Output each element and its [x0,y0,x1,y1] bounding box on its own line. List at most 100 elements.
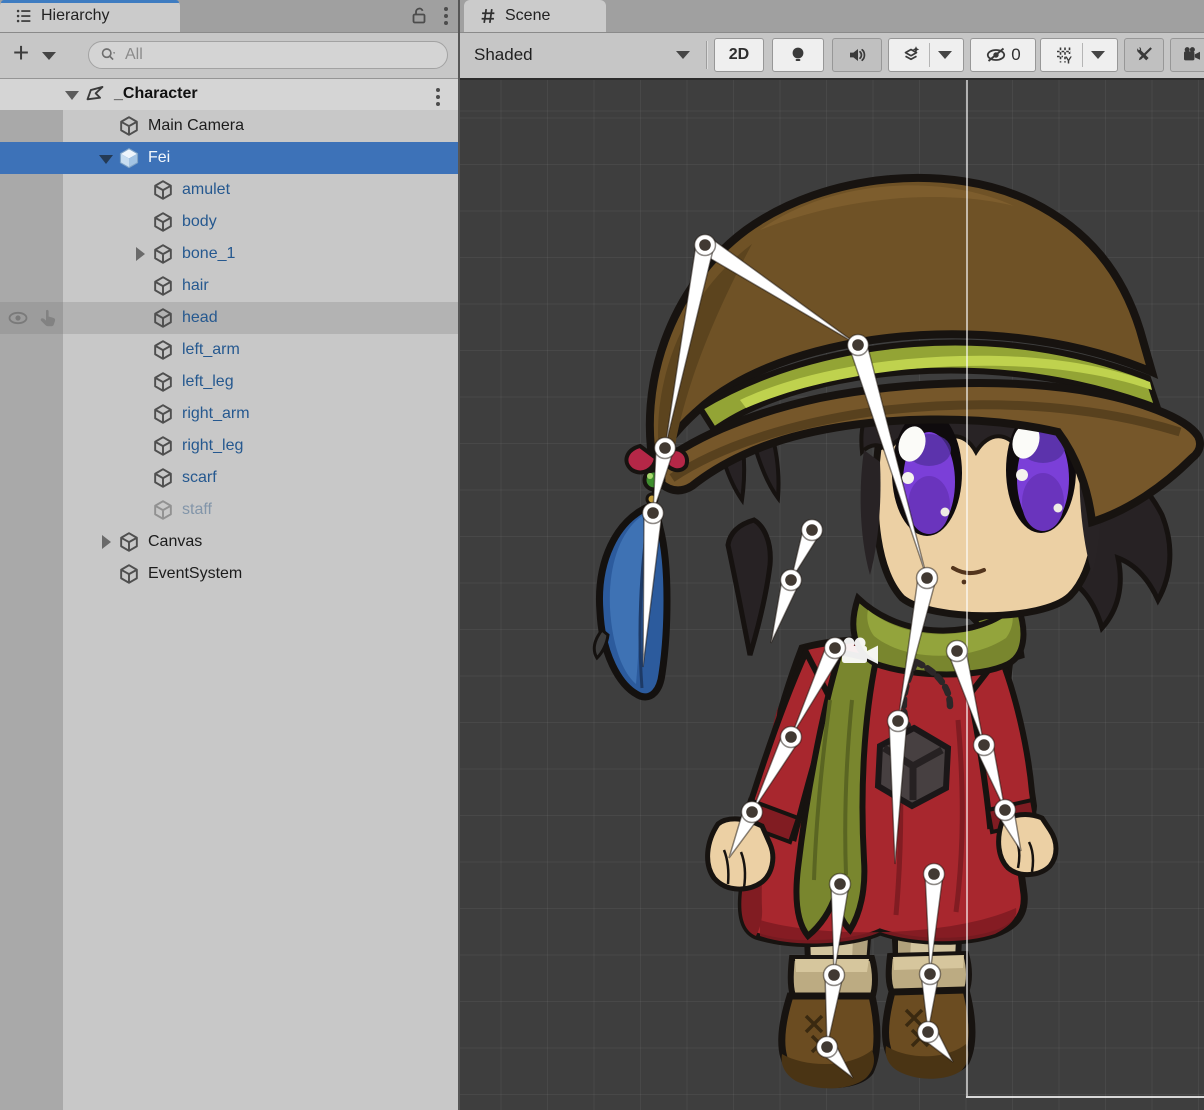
gameobject-cube-icon [152,211,174,233]
unity-logo-icon [84,83,106,105]
bone-joint-center [699,239,711,251]
gameobject-cube-icon [118,563,140,585]
scene-camera-button[interactable] [1170,38,1204,72]
search-field[interactable] [88,41,448,69]
add-dropdown-caret[interactable] [42,52,56,60]
tree-item-bone-1[interactable]: bone_1 [0,238,458,270]
panel-divider[interactable] [458,0,460,1110]
pick-icon[interactable] [37,307,59,329]
scene-viewport[interactable] [460,78,1204,1110]
tree-item-body[interactable]: body [0,206,458,238]
bone-joint-center [852,339,864,351]
tree-item-canvas[interactable]: Canvas [0,526,458,558]
tree-item-right-leg[interactable]: right_leg [0,430,458,462]
hat-tip-bone[interactable] [665,243,714,448]
toggle-2d-button[interactable]: 2D [714,38,764,72]
component-tools-button[interactable] [1124,38,1164,72]
search-input[interactable] [123,45,437,65]
audio-button[interactable] [832,38,882,72]
hierarchy-panel: Hierarchy + _Character Main Camera [0,0,458,1110]
gameobject-cube-icon [152,403,174,425]
grid-settings-icon [1054,45,1074,65]
bone-joint-center [785,731,797,743]
hierarchy-tree: _Character Main Camera Fei amulet body [0,78,458,1110]
effects-button[interactable] [888,38,964,72]
bone-joint-center [659,442,671,454]
tab-hierarchy[interactable]: Hierarchy [0,0,180,32]
head-bone[interactable] [849,342,927,578]
tree-item-amulet[interactable]: amulet [0,174,458,206]
chevron-right-icon[interactable] [130,238,152,270]
hierarchy-tab-label: Hierarchy [41,7,109,25]
chevron-down-icon[interactable] [1091,51,1105,59]
bone-joint-center [821,1041,833,1053]
draw-mode-dropdown[interactable]: Shaded [468,38,700,72]
unity-editor: { "colors": { "selection_blue": "#3d72b8… [0,0,1204,1110]
tree-item-fei[interactable]: Fei [0,142,458,174]
gameobject-cube-icon [118,531,140,553]
kebab-menu-icon[interactable] [444,4,448,28]
scene-visibility-button[interactable]: 0 [970,38,1036,72]
grid-icon [478,6,498,26]
add-button[interactable]: + [8,39,34,69]
gameobject-cube-icon [118,115,140,137]
right-thigh-bone[interactable] [925,874,943,974]
bone-joint-center [922,1026,934,1038]
wrench-pencil-icon [1134,45,1154,65]
tree-item-staff[interactable]: staff [0,494,458,526]
feather-bone[interactable] [643,512,662,667]
scene-tab-label: Scene [505,7,550,25]
scene-tab-strip: Scene [460,0,1204,33]
bone-joint-center [999,804,1011,816]
hat-band-bone[interactable] [700,237,858,345]
tree-item-hair[interactable]: hair [0,270,458,302]
eye-off-icon [985,44,1007,66]
camera-icon [1182,45,1202,65]
scene-header-character[interactable]: _Character [0,78,458,110]
chevron-down-icon[interactable] [96,142,118,174]
gameobject-cube-icon [152,371,174,393]
tree-item-left-arm[interactable]: left_arm [0,334,458,366]
bone-joint-center [806,524,818,536]
gameobject-cube-icon [152,243,174,265]
left-thigh-bone[interactable] [831,883,849,975]
chevron-right-icon[interactable] [96,526,118,558]
bone-joint-center [746,806,758,818]
unlock-icon[interactable] [408,5,430,27]
prefab-cube-icon [118,147,140,169]
scene-name: _Character [114,85,198,103]
bone-joint-center [928,868,940,880]
bone-joint-center [978,739,990,751]
bone-joint-center [924,968,936,980]
hierarchy-tab-strip: Hierarchy [0,0,458,33]
eye-icon[interactable] [7,307,29,329]
scene-panel: Scene Shaded 2D 0 [460,0,1204,1110]
gameobject-cube-icon [152,275,174,297]
chevron-down-icon[interactable] [62,78,84,110]
chest-bone[interactable] [898,576,936,721]
gameobject-cube-icon [152,339,174,361]
tree-item-scarf[interactable]: scarf [0,462,458,494]
tree-item-main-camera[interactable]: Main Camera [0,110,458,142]
kebab-menu-icon[interactable] [436,85,440,109]
gameobject-cube-icon [152,307,174,329]
lighting-button[interactable] [772,38,824,72]
search-icon [99,45,119,65]
tab-scene[interactable]: Scene [464,0,606,32]
tree-item-right-arm[interactable]: right_arm [0,398,458,430]
list-icon [14,6,34,26]
chevron-down-icon [676,51,690,59]
right-upper-arm-bone[interactable] [948,649,984,745]
gameobject-cube-icon [152,499,174,521]
bone-joint-center [921,572,933,584]
tree-item-head[interactable]: head [0,302,458,334]
spine-bone[interactable] [889,721,907,864]
chevron-down-icon[interactable] [938,51,952,59]
gameobject-cube-icon [152,179,174,201]
grid-settings-button[interactable] [1040,38,1118,72]
tree-item-left-leg[interactable]: left_leg [0,366,458,398]
tree-item-eventsystem[interactable]: EventSystem [0,558,458,590]
hierarchy-toolbar: + [0,32,458,79]
skeleton-overlay [460,80,1204,1110]
bone-joint-center [828,969,840,981]
